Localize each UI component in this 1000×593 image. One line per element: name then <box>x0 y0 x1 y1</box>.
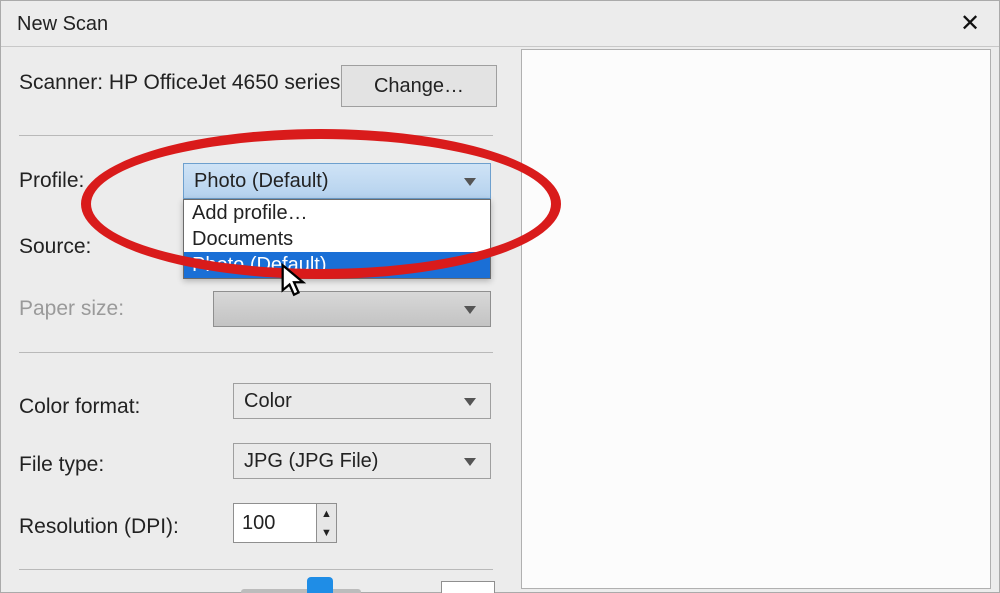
color-format-label: Color format: <box>19 395 140 419</box>
profile-option-documents[interactable]: Documents <box>184 226 490 252</box>
resolution-spinner[interactable]: ▲ ▼ <box>233 503 337 543</box>
separator-2 <box>19 352 493 353</box>
brightness-slider-thumb[interactable] <box>307 577 333 593</box>
color-format-value: Color <box>244 390 292 412</box>
resolution-input[interactable] <box>233 503 317 543</box>
resolution-label: Resolution (DPI): <box>19 515 179 539</box>
scanner-name: HP OfficeJet 4650 series… <box>109 71 362 94</box>
close-icon: ✕ <box>960 10 980 37</box>
separator-3 <box>19 569 493 570</box>
scan-dialog: New Scan ✕ Scanner: HP OfficeJet 4650 se… <box>0 0 1000 593</box>
scanner-row: Scanner: HP OfficeJet 4650 series… <box>19 71 361 95</box>
close-button[interactable]: ✕ <box>941 1 999 47</box>
window-title: New Scan <box>17 13 108 35</box>
spinner-up-icon[interactable]: ▲ <box>317 504 336 523</box>
profile-dropdown[interactable]: Photo (Default) <box>183 163 491 199</box>
preview-pane <box>521 49 991 589</box>
profile-selected-value: Photo (Default) <box>194 170 329 192</box>
brightness-slider-track[interactable] <box>241 589 361 593</box>
change-scanner-button[interactable]: Change… <box>341 65 497 107</box>
profile-label: Profile: <box>19 169 84 193</box>
spinner-down-icon[interactable]: ▼ <box>317 523 336 542</box>
profile-option-photo-default[interactable]: Photo (Default) <box>184 252 490 278</box>
source-label: Source: <box>19 235 91 259</box>
color-format-dropdown[interactable]: Color <box>233 383 491 419</box>
brightness-value-field[interactable] <box>441 581 495 593</box>
titlebar: New Scan ✕ <box>1 1 999 47</box>
separator-1 <box>19 135 493 136</box>
file-type-dropdown[interactable]: JPG (JPG File) <box>233 443 491 479</box>
profile-dropdown-list[interactable]: Add profile… Documents Photo (Default) <box>183 199 491 279</box>
scanner-label: Scanner: <box>19 71 103 94</box>
paper-size-label: Paper size: <box>19 297 124 321</box>
profile-option-add[interactable]: Add profile… <box>184 200 490 226</box>
resolution-stepper[interactable]: ▲ ▼ <box>317 503 337 543</box>
file-type-label: File type: <box>19 453 104 477</box>
file-type-value: JPG (JPG File) <box>244 450 378 472</box>
paper-size-dropdown <box>213 291 491 327</box>
